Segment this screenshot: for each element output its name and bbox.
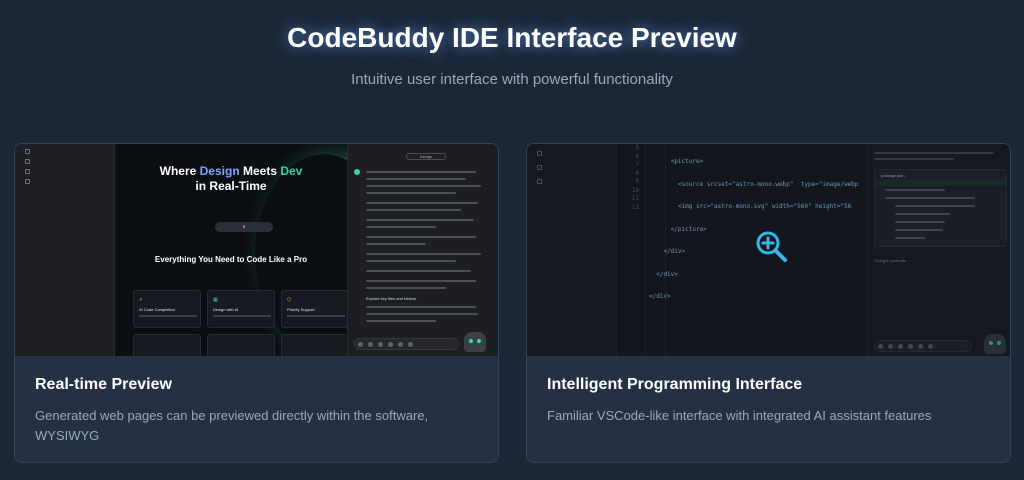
chat-file-label: Explore key files and folders. — [366, 296, 418, 301]
chat-tag-button: Design — [406, 153, 446, 160]
tree-item — [25, 178, 35, 184]
feature-card-realtime-preview[interactable]: Where Design Meets Dev in Real-Time ⬇ Ev… — [14, 143, 499, 463]
assistant-avatar — [354, 169, 360, 175]
zoom-in-icon[interactable] — [753, 228, 789, 264]
preview-feature-card: ⬡ Priority Support — [281, 290, 347, 328]
card-description: Generated web pages can be previewed dir… — [35, 408, 429, 443]
preview-section-title: Everything You Need to Code Like a Pro — [154, 255, 308, 264]
card-description: Familiar VSCode-like interface with inte… — [547, 408, 932, 423]
ide-interface-screenshot[interactable]: 5 6 7 8 9 10 11 12 <picture> <source src… — [527, 144, 1010, 356]
preview-cta-button: ⬇ — [215, 222, 273, 232]
robot-mascot-icon — [464, 332, 486, 352]
realtime-preview-screenshot[interactable]: Where Design Meets Dev in Real-Time ⬇ Ev… — [15, 144, 498, 356]
ai-chat-panel: Design Explore key files and folders. — [347, 144, 498, 356]
lightning-icon: ⚡ — [139, 297, 143, 303]
tree-item — [25, 148, 35, 154]
card-title: Real-time Preview — [35, 376, 172, 393]
page-title: CodeBuddy IDE Interface Preview — [287, 22, 737, 53]
preview-feature-card: ▦ Design with AI — [207, 290, 275, 328]
badge-icon: ⬡ — [287, 297, 292, 303]
card-title: Intelligent Programming Interface — [547, 376, 803, 393]
preview-hero-heading: Where Design Meets Dev in Real-Time — [159, 164, 303, 193]
page-subtitle: Intuitive user interface with powerful f… — [351, 71, 673, 88]
tree-item — [25, 168, 35, 174]
tree-item — [25, 158, 35, 164]
preview-feature-card — [281, 334, 347, 356]
preview-feature-card: ⚡ AI Code Completion — [133, 290, 201, 328]
preview-feature-card — [207, 334, 275, 356]
file-explorer — [15, 144, 115, 356]
grid-icon: ▦ — [213, 297, 218, 303]
feature-card-intelligent-interface[interactable]: 5 6 7 8 9 10 11 12 <picture> <source src… — [526, 143, 1011, 463]
web-preview-pane: Where Design Meets Dev in Real-Time ⬇ Ev… — [115, 144, 347, 356]
preview-feature-card — [133, 334, 201, 356]
